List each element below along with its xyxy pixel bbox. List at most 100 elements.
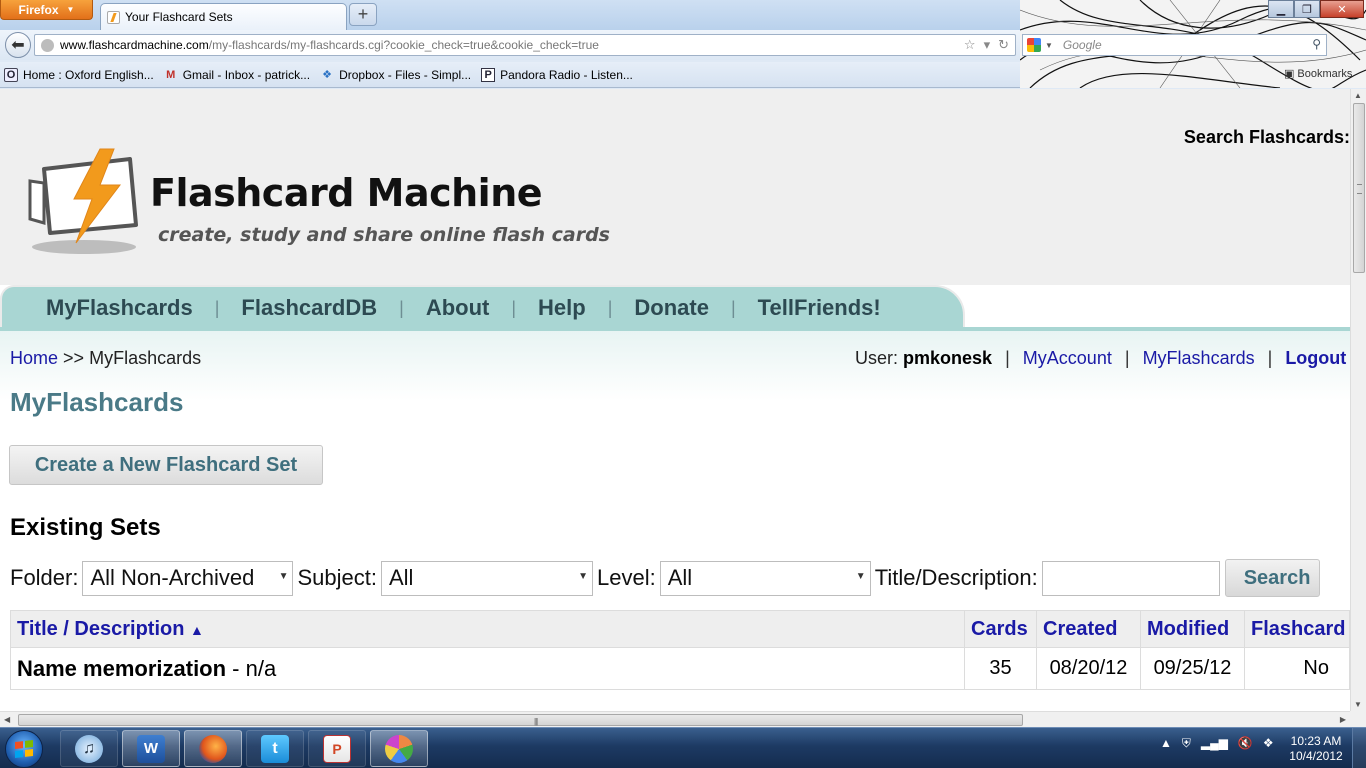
browser-tab[interactable]: Your Flashcard Sets	[100, 3, 347, 30]
taskbar-firefox[interactable]	[184, 730, 242, 767]
menu-separator: |	[607, 297, 613, 318]
taskbar-twitter[interactable]: t	[246, 730, 304, 767]
search-button[interactable]: Search	[1224, 559, 1320, 597]
folder-select[interactable]: All Non-Archived ▼	[82, 560, 294, 596]
menu-separator: |	[511, 297, 517, 318]
level-select[interactable]: All ▼	[659, 560, 871, 596]
paint-icon	[385, 734, 413, 763]
table-row[interactable]: Name memorization - n/a 35 08/20/12 09/2…	[10, 647, 1350, 690]
page-title: MyFlashcards	[10, 387, 184, 417]
bookmark-gmail[interactable]: M Gmail - Inbox - patrick...	[164, 68, 310, 82]
userbar-separator: |	[1124, 348, 1130, 368]
level-select-value: All	[667, 565, 693, 590]
menu-item-myflashcards[interactable]: MyFlashcards	[46, 295, 193, 321]
close-icon: ✕	[1337, 3, 1347, 16]
start-button[interactable]	[5, 730, 43, 768]
bookmarks-menu-label: Bookmarks	[1297, 67, 1353, 80]
menu-separator: |	[214, 297, 220, 318]
site-logo-title[interactable]: Flashcard Machine	[150, 171, 543, 215]
my-account-link[interactable]: MyAccount	[1023, 348, 1112, 368]
horizontal-scrollbar[interactable]: ◀ ||| ▶	[0, 711, 1350, 727]
search-icon[interactable]: ⚲	[1312, 37, 1321, 51]
vertical-scrollbar[interactable]: ▲ ▼	[1350, 89, 1366, 711]
bookmark-oxford[interactable]: O Home : Oxford English...	[4, 67, 154, 82]
history-dropdown-icon[interactable]: ▾	[984, 37, 991, 53]
grip-icon: |||	[534, 717, 538, 726]
close-window-button[interactable]: ✕	[1320, 0, 1364, 18]
vertical-scroll-thumb[interactable]	[1353, 103, 1365, 273]
scrollbar-corner	[1350, 711, 1366, 727]
breadcrumb-home-link[interactable]: Home	[10, 348, 58, 368]
url-host: www.flashcardmachine.com	[60, 38, 209, 52]
column-created[interactable]: Created	[1036, 610, 1141, 648]
menu-item-about[interactable]: About	[426, 295, 490, 321]
bookmark-label: Gmail - Inbox - patrick...	[182, 67, 311, 82]
column-title-description-label: Title / Description	[17, 617, 185, 640]
firefox-menu-label: Firefox	[18, 2, 59, 17]
site-tagline: create, study and share online flash car…	[158, 224, 610, 246]
horizontal-scroll-thumb[interactable]: |||	[18, 714, 1023, 726]
set-title[interactable]: Name memorization	[17, 656, 226, 681]
set-description-separator: -	[226, 655, 246, 681]
site-identity-icon[interactable]	[41, 38, 54, 52]
bookmarks-toolbar: O Home : Oxford English... M Gmail - Inb…	[0, 62, 1020, 88]
tab-title: Your Flashcard Sets	[125, 10, 233, 24]
title-description-input[interactable]	[1041, 560, 1220, 596]
column-cards[interactable]: Cards	[964, 610, 1037, 648]
taskbar-paint[interactable]	[370, 730, 428, 767]
taskbar-powerpoint[interactable]: P	[308, 730, 366, 767]
scroll-right-icon[interactable]: ▶	[1340, 715, 1346, 724]
new-tab-button[interactable]: +	[349, 3, 377, 26]
user-label: User:	[855, 348, 899, 368]
network-signal-icon[interactable]: ▂▄▆	[1201, 736, 1228, 751]
url-bar[interactable]: www.flashcardmachine.com/my-flashcards/m…	[34, 34, 1016, 56]
dropbox-icon: ❖	[322, 69, 333, 81]
scroll-left-icon[interactable]: ◀	[4, 715, 10, 724]
taskbar-word[interactable]: W	[122, 730, 180, 767]
navigation-toolbar: ⬅ www.flashcardmachine.com/my-flashcards…	[0, 30, 1020, 60]
search-bar[interactable]: ▼ Google ⚲	[1022, 34, 1327, 56]
back-button[interactable]: ⬅	[5, 32, 31, 58]
my-flashcards-link[interactable]: MyFlashcards	[1143, 348, 1255, 368]
menu-item-donate[interactable]: Donate	[634, 295, 709, 321]
engine-dropdown-icon[interactable]: ▼	[1045, 41, 1053, 50]
scroll-up-icon[interactable]: ▲	[1354, 91, 1362, 100]
system-tray: ▲ ⛨ ▂▄▆ 🔇 ❖	[1160, 736, 1274, 751]
security-icon[interactable]: ⛨	[1182, 736, 1191, 751]
set-created-date: 08/20/12	[1036, 647, 1141, 690]
breadcrumb-current: MyFlashcards	[89, 348, 202, 368]
breadcrumb: Home >> MyFlashcards	[10, 348, 201, 369]
column-flashcard[interactable]: Flashcard	[1244, 610, 1350, 648]
menu-item-tellfriends[interactable]: TellFriends!	[758, 295, 881, 321]
column-modified[interactable]: Modified	[1140, 610, 1245, 648]
firefox-menu-button[interactable]: Firefox ▼	[0, 0, 93, 20]
maximize-button[interactable]: ❐	[1294, 0, 1320, 18]
create-flashcard-set-button[interactable]: Create a New Flashcard Set	[9, 445, 323, 485]
logout-link[interactable]: Logout	[1285, 348, 1346, 368]
bookmark-pandora[interactable]: P Pandora Radio - Listen...	[481, 67, 633, 82]
url-path: /my-flashcards/my-flashcards.cgi?cookie_…	[208, 38, 599, 52]
google-engine-icon[interactable]	[1027, 38, 1041, 52]
system-clock[interactable]: 10:23 AM 10/4/2012	[1285, 734, 1347, 764]
show-hidden-icons-icon[interactable]: ▲	[1160, 736, 1172, 751]
column-title-description[interactable]: Title / Description ▲	[10, 610, 965, 648]
menu-item-flashcarddb[interactable]: FlashcardDB	[241, 295, 377, 321]
user-bar: User: pmkonesk | MyAccount | MyFlashcard…	[855, 348, 1346, 369]
menu-item-help[interactable]: Help	[538, 295, 586, 321]
minimize-button[interactable]: ▁	[1268, 0, 1294, 18]
flashcard-machine-logo-icon[interactable]	[22, 147, 142, 257]
subject-label: Subject:	[297, 565, 377, 590]
bookmark-dropbox[interactable]: ❖ Dropbox - Files - Simpl...	[320, 68, 471, 82]
dropbox-tray-icon[interactable]: ❖	[1263, 736, 1274, 751]
volume-muted-icon[interactable]: 🔇	[1238, 736, 1253, 751]
windows-taskbar: ♫ W t P ▲ ⛨ ▂▄▆ 🔇 ❖ 10:23 AM 10/4/2012	[0, 727, 1366, 768]
subject-select[interactable]: All ▼	[380, 560, 593, 596]
set-cards-count: 35	[964, 647, 1037, 690]
bookmark-star-icon[interactable]: ☆	[964, 37, 976, 53]
bookmarks-menu-button[interactable]: ▣ Bookmarks	[1284, 67, 1353, 81]
show-desktop-button[interactable]	[1352, 728, 1366, 768]
set-title-cell[interactable]: Name memorization - n/a	[10, 647, 965, 690]
taskbar-itunes[interactable]: ♫	[60, 730, 118, 767]
reload-icon[interactable]: ↻	[998, 37, 1009, 53]
scroll-down-icon[interactable]: ▼	[1354, 700, 1362, 709]
